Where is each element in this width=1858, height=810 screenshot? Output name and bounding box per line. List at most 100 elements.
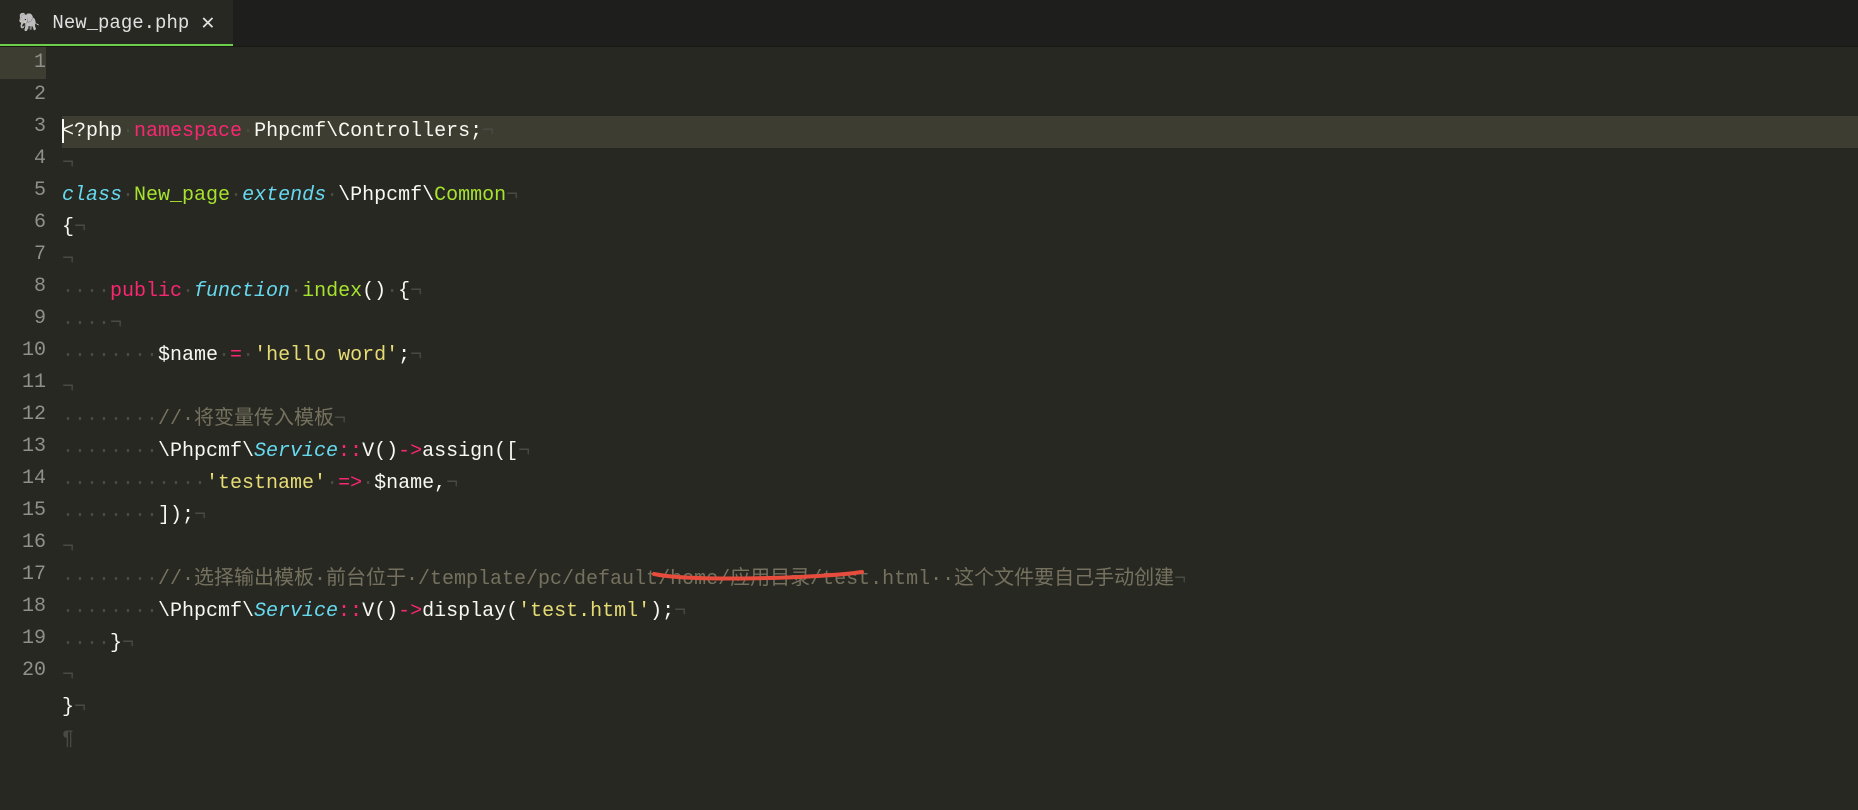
line-number: 16	[0, 527, 46, 559]
code-line[interactable]: ········//·选择输出模板·前台位于·/template/pc/defa…	[62, 564, 1858, 596]
code-line[interactable]: ¬	[62, 372, 1858, 404]
code-line[interactable]: ········\Phpcmf\Service::V()->display('t…	[62, 596, 1858, 628]
token-op: ::	[338, 440, 362, 463]
line-number: 4	[0, 143, 46, 175]
line-number-gutter: 1234567891011121314151617181920	[0, 47, 62, 756]
token-ws: ¬	[410, 280, 422, 303]
token-op: ::	[338, 600, 362, 623]
token-funcname: index	[302, 280, 362, 303]
line-number: 10	[0, 335, 46, 367]
token-punct: display(	[422, 600, 518, 623]
line-number: 2	[0, 79, 46, 111]
line-number: 6	[0, 207, 46, 239]
token-op: ->	[398, 440, 422, 463]
token-ws: ········	[62, 440, 158, 463]
token-ws: ·	[182, 280, 194, 303]
line-number: 1	[0, 47, 46, 79]
code-line[interactable]: }¬	[62, 692, 1858, 724]
token-ws: ¬	[62, 536, 74, 559]
tab-bar: 🐘 New_page.php ✕	[0, 0, 1858, 47]
token-ws: ········	[62, 504, 158, 527]
close-icon[interactable]: ✕	[201, 10, 214, 36]
token-ws: ·	[218, 344, 230, 367]
line-number: 18	[0, 591, 46, 623]
token-ws: ¬	[1174, 568, 1186, 591]
token-classname: New_page	[134, 184, 230, 207]
code-line[interactable]: ¬	[62, 532, 1858, 564]
token-ws: ········	[62, 600, 158, 623]
token-ws: ·	[242, 120, 254, 143]
token-comment: //·选择输出模板·前台位于·/template/pc/default/home…	[158, 568, 1174, 591]
token-punct: assign([	[422, 440, 518, 463]
token-storage: class	[62, 184, 122, 207]
code-line[interactable]: ········\Phpcmf\Service::V()->assign([¬	[62, 436, 1858, 468]
token-punct: ;	[470, 120, 482, 143]
token-ws: ¬	[194, 504, 206, 527]
token-ws: ·	[386, 280, 398, 303]
token-storage: function	[194, 280, 290, 303]
token-ws: ·	[326, 472, 338, 495]
code-line[interactable]: ¬	[62, 148, 1858, 180]
token-ws: ¬	[122, 632, 134, 655]
token-ws: ¬	[74, 216, 86, 239]
code-line[interactable]: ¬	[62, 244, 1858, 276]
token-ws: ········	[62, 344, 158, 367]
token-punct: V()	[362, 600, 398, 623]
token-ws: ¬	[62, 152, 74, 175]
token-keyword: public	[110, 280, 182, 303]
token-ws: ¬	[334, 408, 346, 431]
code-line[interactable]: ········]);¬	[62, 500, 1858, 532]
code-content[interactable]: <?php·namespace·Phpcmf\Controllers;¬¬cla…	[62, 47, 1858, 756]
token-ws: ¬	[518, 440, 530, 463]
code-line[interactable]: ¬	[62, 660, 1858, 692]
line-number: 20	[0, 655, 46, 687]
code-line[interactable]: {¬	[62, 212, 1858, 244]
php-file-icon: 🐘	[18, 12, 40, 34]
code-line[interactable]: <?php·namespace·Phpcmf\Controllers;¬	[62, 116, 1858, 148]
tab-title: New_page.php	[52, 12, 189, 34]
token-punct: {	[62, 216, 74, 239]
token-op: ->	[398, 600, 422, 623]
token-classname: Common	[434, 184, 506, 207]
code-line[interactable]: ····¬	[62, 308, 1858, 340]
code-line[interactable]: ············'testname'·=>·$name,¬	[62, 468, 1858, 500]
token-ws: ¬	[62, 664, 74, 687]
token-ws: ·	[326, 184, 338, 207]
token-ws: ····¬	[62, 312, 122, 335]
token-ws: ····	[62, 280, 110, 303]
code-line[interactable]: class·New_page·extends·\Phpcmf\Common¬	[62, 180, 1858, 212]
token-ws: ¬	[62, 248, 74, 271]
token-punct: ,	[434, 472, 446, 495]
line-number: 11	[0, 367, 46, 399]
token-ws: ·	[230, 184, 242, 207]
tab-new-page-php[interactable]: 🐘 New_page.php ✕	[0, 0, 233, 46]
code-editor[interactable]: 1234567891011121314151617181920 <?php·na…	[0, 47, 1858, 756]
token-punct: \Phpcmf\	[338, 184, 434, 207]
line-number: 5	[0, 175, 46, 207]
code-line[interactable]: ····}¬	[62, 628, 1858, 660]
code-line[interactable]: ····public·function·index()·{¬	[62, 276, 1858, 308]
token-servicecls: Service	[254, 440, 338, 463]
token-punct: \Phpcmf\	[158, 440, 254, 463]
token-ws: ¬	[482, 120, 494, 143]
line-number: 14	[0, 463, 46, 495]
code-line[interactable]: ········//·将变量传入模板¬	[62, 404, 1858, 436]
token-punct: }	[62, 696, 74, 719]
token-punct: ;	[398, 344, 410, 367]
code-line[interactable]: ¶	[62, 724, 1858, 756]
token-ws: ¶	[62, 728, 74, 751]
token-string: 'testname'	[206, 472, 326, 495]
token-var: $name	[158, 344, 218, 367]
token-op: =>	[338, 472, 362, 495]
line-number: 8	[0, 271, 46, 303]
token-punct: }	[110, 632, 122, 655]
token-punct: Phpcmf\Controllers	[254, 120, 470, 143]
code-line[interactable]: ········$name·=·'hello word';¬	[62, 340, 1858, 372]
line-number: 19	[0, 623, 46, 655]
token-servicecls: Service	[254, 600, 338, 623]
token-ws: ¬	[506, 184, 518, 207]
token-ws: ¬	[446, 472, 458, 495]
token-ws: ·	[122, 120, 134, 143]
token-punct: \Phpcmf\	[158, 600, 254, 623]
token-ws: ·	[362, 472, 374, 495]
